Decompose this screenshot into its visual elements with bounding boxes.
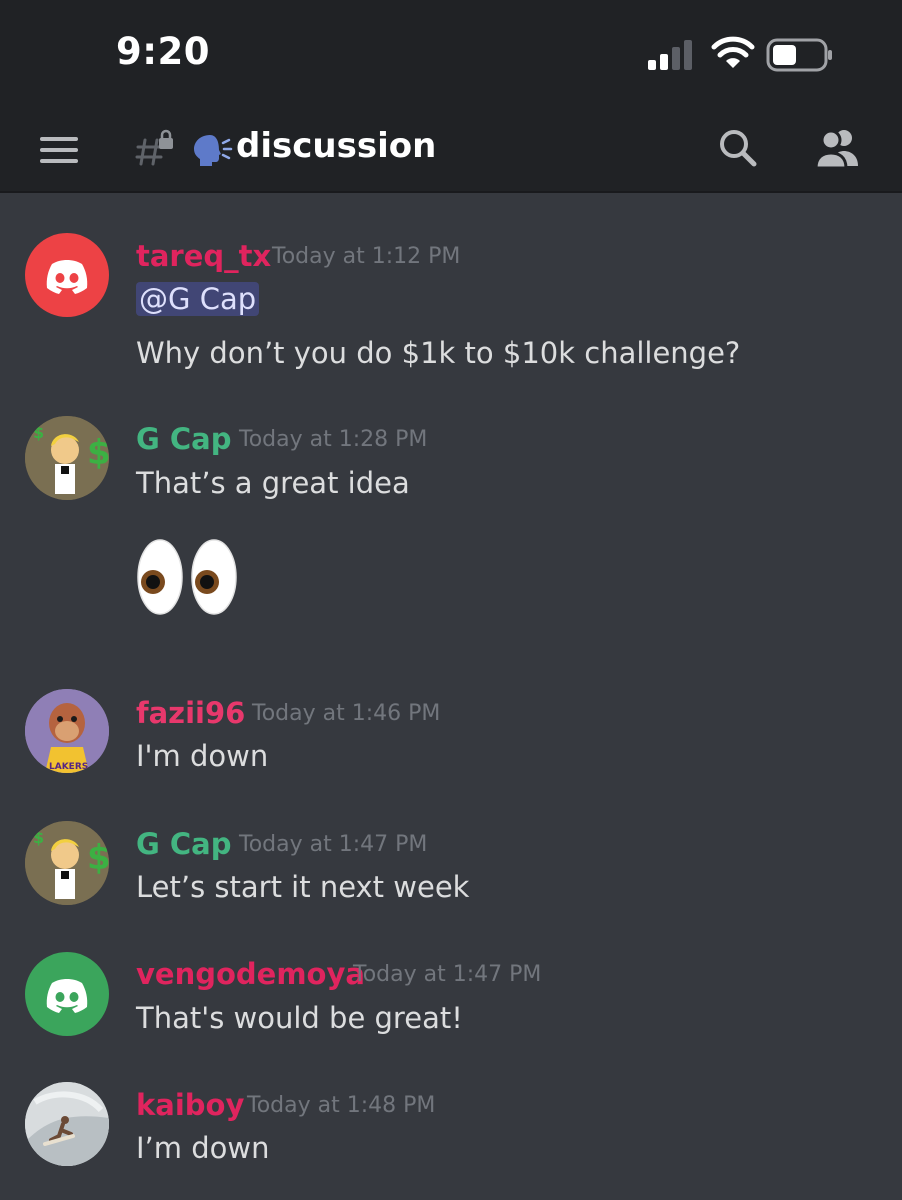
message-timestamp: Today at 1:12 PM [272,244,461,269]
locked-channel-icon [135,129,173,166]
discord-logo-icon [46,260,88,294]
avatar[interactable]: $ $ [25,416,109,500]
avatar[interactable]: LAKERS [25,689,109,773]
surfer-avatar [25,1082,109,1166]
avatar[interactable] [25,1082,109,1166]
message-text: That’s a great idea [136,466,410,500]
svg-text:$: $ [87,433,109,473]
message-text: Let’s start it next week [136,870,470,904]
channel-header: discussion [0,108,902,193]
svg-text:$: $ [33,423,44,442]
message-author[interactable]: G Cap [136,826,232,862]
message-mention-line: @G Cap [136,279,260,319]
message-author[interactable]: tareq_tx [136,238,271,274]
cartoon-money-avatar: $ $ [25,416,109,500]
svg-text:$: $ [87,838,109,878]
message-timestamp: Today at 1:47 PM [239,832,428,857]
avatar[interactable] [25,952,109,1036]
message-author[interactable]: vengodemoya [136,956,365,992]
search-icon[interactable] [716,126,760,170]
message-author[interactable]: G Cap [136,421,232,457]
hamburger-menu-icon[interactable] [40,137,78,163]
message-timestamp: Today at 1:47 PM [353,962,542,987]
message-author[interactable]: fazii96 [136,695,245,731]
message-text: Why don’t you do $1k to $10k challenge? [136,336,741,370]
message-text: That's would be great! [136,1001,463,1035]
eyes-emoji [137,539,237,615]
message-text: I'm down [136,739,269,773]
wifi-icon [711,36,755,68]
ape-avatar: LAKERS [25,689,109,773]
message-timestamp: Today at 1:46 PM [252,701,441,726]
message-timestamp: Today at 1:48 PM [247,1093,436,1118]
channel-name: discussion [236,126,437,166]
battery-icon [766,38,832,72]
jersey-text: LAKERS [49,762,88,772]
user-mention[interactable]: @G Cap [136,282,260,316]
status-bar: 9:20 [0,0,902,108]
message-text: I’m down [136,1131,270,1165]
avatar[interactable] [25,233,109,317]
members-icon[interactable] [814,126,862,170]
cellular-signal-icon [648,40,692,70]
avatar[interactable]: $ $ [25,821,109,905]
speaking-head-emoji [190,131,234,173]
status-time: 9:20 [116,30,211,73]
svg-text:$: $ [33,828,44,847]
message-timestamp: Today at 1:28 PM [239,427,428,452]
cartoon-money-avatar: $ $ [25,821,109,905]
discord-logo-icon [46,979,88,1013]
message-author[interactable]: kaiboy [136,1087,244,1123]
